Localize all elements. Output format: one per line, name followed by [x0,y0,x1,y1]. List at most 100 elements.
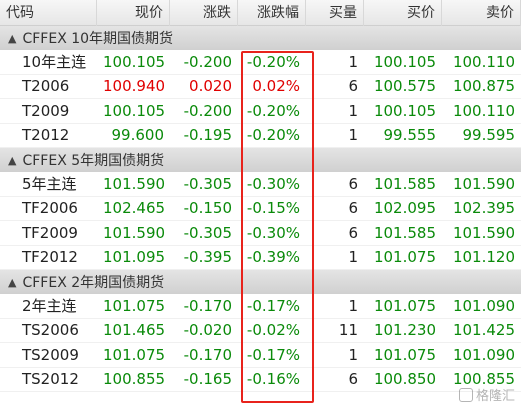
cell-bid: 101.075 [373,345,436,364]
table-row[interactable]: T2006 100.940 0.020 0.02% 6 100.575 100.875 [0,75,521,99]
cell-pct: -0.20% [246,101,300,120]
cell-bid: 101.075 [373,248,436,267]
group-header[interactable]: ▲ CFFEX 10年期国债期货 [0,26,521,50]
cell-code: T2012 [22,126,70,145]
watermark: 格隆汇 [458,385,515,404]
cell-change: -0.305 [183,223,232,242]
cell-code: TF2009 [22,223,78,242]
collapse-arrow-icon[interactable]: ▲ [8,276,16,289]
group-title: CFFEX 5年期国债期货 [22,153,165,169]
cell-bid: 101.585 [373,174,436,193]
cell-code: 10年主连 [22,53,87,72]
table-row[interactable]: TF2012 101.095 -0.395 -0.39% 1 101.075 101.120 [0,246,521,270]
cell-price: 102.465 [103,199,166,218]
col-header-volume[interactable]: 买量 [306,0,364,26]
cell-change: -0.395 [183,248,232,267]
cell-bid: 100.105 [373,52,436,71]
cell-price: 100.105 [103,52,166,71]
cell-volume: 1 [348,101,358,120]
cell-bid: 101.585 [373,223,436,242]
cell-ask: 101.590 [452,174,515,193]
table-row[interactable]: T2009 100.105 -0.200 -0.20% 1 100.105 100.110 [0,99,521,124]
cell-price: 101.590 [103,223,166,242]
cell-ask: 101.090 [452,296,515,315]
cell-change: -0.150 [183,199,232,218]
cell-change: -0.195 [183,126,232,145]
cell-volume: 6 [348,370,358,389]
cell-pct: -0.17% [246,345,300,364]
col-header-pct[interactable]: 涨跌幅 [238,0,306,26]
cell-bid: 99.555 [383,126,437,145]
cell-price: 101.095 [103,248,166,267]
table-row[interactable]: 5年主连 101.590 -0.305 -0.30% 6 101.585 101.590 [0,172,521,197]
cell-bid: 100.575 [373,77,436,96]
cell-change: -0.305 [183,174,232,193]
table-row[interactable]: TS2012 100.855 -0.165 -0.16% 6 100.850 100.855 [0,368,521,392]
cell-ask: 99.595 [462,126,516,145]
cell-pct: -0.30% [246,174,300,193]
cell-ask: 100.110 [452,52,515,71]
table-row[interactable]: TF2009 101.590 -0.305 -0.30% 6 101.585 101.590 [0,221,521,246]
cell-code: T2009 [22,101,70,120]
cell-pct: -0.15% [246,199,300,218]
cell-volume: 6 [348,174,358,193]
table-row[interactable]: 10年主连 100.105 -0.200 -0.20% 1 100.105 100.110 [0,50,521,75]
cell-volume: 1 [348,52,358,71]
group-title: CFFEX 2年期国债期货 [22,275,165,291]
col-header-bid[interactable]: 买价 [364,0,442,26]
cell-volume: 6 [348,223,358,242]
cell-code: 5年主连 [22,175,77,194]
cell-ask: 101.590 [452,223,515,242]
cell-pct: -0.20% [246,52,300,71]
cell-ask: 101.120 [452,248,515,267]
cell-pct: -0.39% [246,248,300,267]
group-header[interactable]: ▲ CFFEX 2年期国债期货 [0,270,521,294]
cell-price: 100.105 [103,101,166,120]
cell-pct: -0.30% [246,223,300,242]
col-header-code[interactable]: 代码 [0,0,97,26]
cell-price: 101.075 [103,296,166,315]
table-row[interactable]: T2012 99.600 -0.195 -0.20% 1 99.555 99.595 [0,124,521,148]
cell-volume: 1 [348,296,358,315]
cell-code: TF2006 [22,199,78,218]
watermark-logo-icon [458,387,473,402]
cell-code: TS2009 [22,345,79,364]
cell-code: TS2006 [22,321,79,340]
cell-price: 100.855 [103,370,166,389]
col-header-ask[interactable]: 卖价 [442,0,521,26]
cell-pct: -0.16% [246,370,300,389]
cell-price: 101.590 [103,174,166,193]
col-header-price[interactable]: 现价 [97,0,170,26]
group-header[interactable]: ▲ CFFEX 5年期国债期货 [0,148,521,172]
cell-price: 101.075 [103,345,166,364]
cell-ask: 101.090 [452,345,515,364]
cell-volume: 6 [348,199,358,218]
futures-quote-table: 代码 现价 涨跌 涨跌幅 买量 买价 卖价 ▲ CFFEX 10年期国债期货 10年… [0,0,521,408]
col-header-change[interactable]: 涨跌 [170,0,238,26]
cell-ask: 100.110 [452,101,515,120]
cell-change: -0.165 [183,370,232,389]
collapse-arrow-icon[interactable]: ▲ [8,154,16,167]
group-title: CFFEX 10年期国债期货 [22,31,174,47]
cell-bid: 100.105 [373,101,436,120]
cell-pct: 0.02% [252,77,300,96]
cell-bid: 101.230 [373,321,436,340]
table-row[interactable]: 2年主连 101.075 -0.170 -0.17% 1 101.075 101.090 [0,294,521,319]
cell-bid: 101.075 [373,296,436,315]
cell-ask: 102.395 [452,199,515,218]
cell-price: 99.600 [111,126,165,145]
collapse-arrow-icon[interactable]: ▲ [8,32,16,45]
cell-change: -0.020 [183,321,232,340]
cell-change: -0.200 [183,101,232,120]
cell-change: -0.170 [183,345,232,364]
table-row[interactable]: TS2006 101.465 -0.020 -0.02% 11 101.230 101.42… [0,319,521,343]
cell-change: 0.020 [189,77,232,96]
table-row[interactable]: TF2006 102.465 -0.150 -0.15% 6 102.095 102.395 [0,197,521,221]
table-row[interactable]: TS2009 101.075 -0.170 -0.17% 1 101.075 101.090 [0,343,521,368]
cell-bid: 100.850 [373,370,436,389]
table-header: 代码 现价 涨跌 涨跌幅 买量 买价 卖价 [0,0,521,26]
cell-price: 100.940 [103,77,166,96]
cell-change: -0.170 [183,296,232,315]
cell-bid: 102.095 [373,199,436,218]
cell-change: -0.200 [183,52,232,71]
